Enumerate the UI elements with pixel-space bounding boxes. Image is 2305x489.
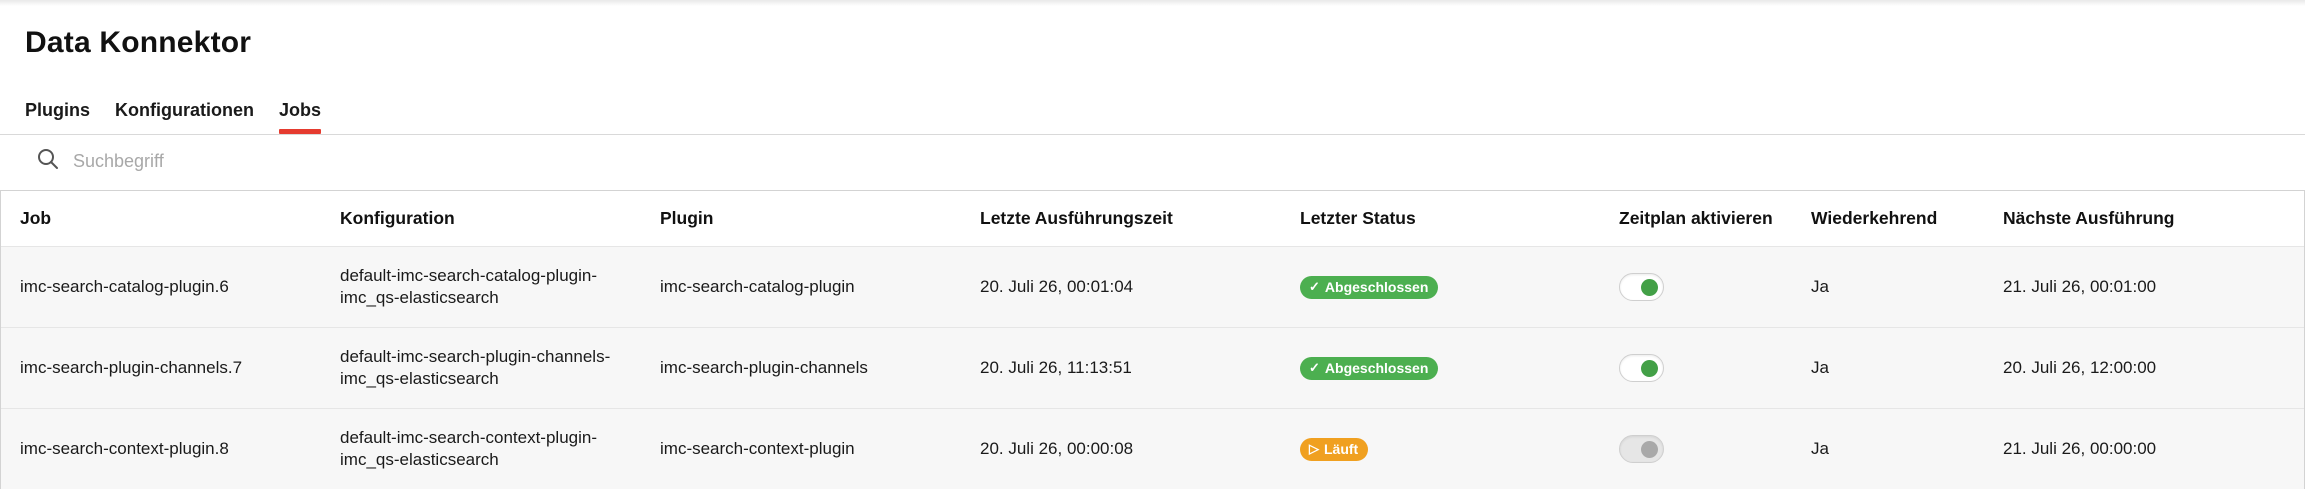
status-cell: ✓ Abgeschlossen — [1300, 328, 1439, 408]
toggle-knob — [1641, 279, 1658, 296]
toggle-knob — [1641, 441, 1658, 458]
table-row[interactable]: imc-search-plugin-channels.7 default-imc… — [1, 327, 2304, 408]
schedule-toggle[interactable] — [1619, 435, 1664, 463]
schedule-cell — [1619, 409, 1664, 489]
last-run-time: 20. Juli 26, 11:13:51 — [980, 358, 1132, 377]
job-name: imc-search-context-plugin.8 — [20, 439, 229, 458]
tab-jobs[interactable]: Jobs — [279, 98, 322, 134]
check-icon: ✓ — [1309, 360, 1320, 375]
last-run-time: 20. Juli 26, 00:01:04 — [980, 277, 1134, 296]
status-badge: ✓ Abgeschlossen — [1300, 275, 1439, 299]
job-name: imc-search-catalog-plugin.6 — [20, 277, 229, 296]
column-header-recurring[interactable]: Wiederkehrend — [1811, 191, 1937, 246]
schedule-toggle[interactable] — [1619, 354, 1664, 382]
play-icon: ▷ — [1309, 441, 1319, 456]
config-line: imc_qs-elasticsearch — [340, 450, 499, 469]
column-header-schedule[interactable]: Zeitplan aktivieren — [1619, 191, 1773, 246]
job-configuration: default-imc-search-catalog-plugin- imc_q… — [340, 247, 597, 327]
schedule-cell — [1619, 247, 1664, 327]
status-cell: ✓ Abgeschlossen — [1300, 247, 1439, 327]
job-plugin: imc-search-context-plugin — [660, 439, 855, 458]
job-plugin: imc-search-catalog-plugin — [660, 277, 855, 296]
next-run-time: 21. Juli 26, 00:01:00 — [2003, 277, 2157, 296]
job-configuration: default-imc-search-context-plugin- imc_q… — [340, 409, 597, 489]
top-shadow — [0, 0, 2305, 6]
last-run-time: 20. Juli 26, 00:00:08 — [980, 439, 1134, 458]
column-header-plugin[interactable]: Plugin — [660, 191, 713, 246]
column-header-next-run[interactable]: Nächste Ausführung — [2003, 191, 2174, 246]
status-cell: ▷ Läuft — [1300, 409, 1369, 489]
status-badge: ▷ Läuft — [1300, 437, 1369, 461]
recurring-value: Ja — [1811, 439, 1829, 458]
column-header-last-status[interactable]: Letzter Status — [1300, 191, 1416, 246]
search-icon — [36, 147, 60, 176]
recurring-value: Ja — [1811, 358, 1829, 377]
config-line: imc_qs-elasticsearch — [340, 369, 499, 388]
schedule-toggle[interactable] — [1619, 273, 1664, 301]
status-label: Abgeschlossen — [1324, 360, 1429, 376]
config-line: default-imc-search-plugin-channels- — [340, 347, 611, 366]
config-line: default-imc-search-catalog-plugin- — [340, 266, 598, 285]
config-line: imc_qs-elasticsearch — [340, 288, 499, 307]
toggle-knob — [1641, 360, 1658, 377]
next-run-time: 21. Juli 26, 00:00:00 — [2003, 439, 2157, 458]
recurring-value: Ja — [1811, 277, 1829, 296]
table-row[interactable]: imc-search-context-plugin.8 default-imc-… — [1, 408, 2304, 489]
config-line: default-imc-search-context-plugin- — [340, 428, 597, 447]
search-bar — [36, 146, 636, 176]
status-label: Abgeschlossen — [1324, 279, 1429, 295]
job-plugin: imc-search-plugin-channels — [660, 358, 868, 377]
page-title: Data Konnektor — [25, 26, 252, 59]
jobs-table: Job Konfiguration Plugin Letzte Ausführu… — [0, 190, 2305, 489]
column-header-job[interactable]: Job — [20, 191, 51, 246]
tab-konfigurationen[interactable]: Konfigurationen — [115, 98, 254, 134]
search-input[interactable] — [73, 150, 573, 172]
check-icon: ✓ — [1309, 279, 1320, 294]
tab-divider — [0, 134, 2305, 135]
next-run-time: 20. Juli 26, 12:00:00 — [2003, 358, 2157, 377]
schedule-cell — [1619, 328, 1664, 408]
tab-plugins[interactable]: Plugins — [25, 98, 90, 134]
job-name: imc-search-plugin-channels.7 — [20, 358, 243, 377]
status-badge: ✓ Abgeschlossen — [1300, 356, 1439, 380]
table-row[interactable]: imc-search-catalog-plugin.6 default-imc-… — [1, 246, 2304, 327]
column-header-konfiguration[interactable]: Konfiguration — [340, 191, 455, 246]
job-configuration: default-imc-search-plugin-channels- imc_… — [340, 328, 610, 408]
tab-bar: Plugins Konfigurationen Jobs — [25, 98, 346, 134]
column-header-last-run[interactable]: Letzte Ausführungszeit — [980, 191, 1173, 246]
table-header-row: Job Konfiguration Plugin Letzte Ausführu… — [1, 191, 2304, 246]
status-label: Läuft — [1324, 441, 1359, 457]
